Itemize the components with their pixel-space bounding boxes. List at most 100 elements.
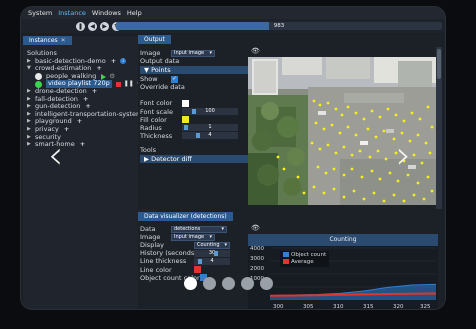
add-icon[interactable]: +: [92, 88, 97, 96]
chevron-down-icon: ▾: [221, 226, 224, 233]
show-checkbox[interactable]: ✓: [171, 75, 178, 83]
caret-right-icon[interactable]: ▶: [27, 134, 33, 142]
legend-label: Average: [291, 259, 314, 265]
tab-data-visualizer[interactable]: Data visualizer (detections): [138, 212, 233, 221]
legend-swatch: [283, 259, 289, 264]
line-thickness-slider[interactable]: 4: [194, 257, 230, 265]
carousel-prev-icon[interactable]: ‹: [48, 136, 63, 174]
caret-right-icon[interactable]: ▶: [27, 118, 33, 126]
y-tick-label: 3000: [250, 256, 264, 262]
toolbar: ❚ ◀ ▶ ↻ 983: [21, 19, 445, 33]
legend-swatch: [283, 252, 289, 257]
line-color-swatch[interactable]: [194, 266, 201, 274]
radius-slider[interactable]: 1: [182, 124, 238, 132]
video-frame: [248, 57, 436, 205]
tab-instances[interactable]: Instances ✕: [23, 36, 72, 45]
caret-down-icon: ▼: [144, 66, 152, 75]
display-select[interactable]: Counting ▾: [194, 241, 230, 249]
menu-system[interactable]: System: [28, 9, 52, 17]
legend-item: Average: [283, 259, 326, 266]
step-back-icon[interactable]: ◀: [88, 21, 97, 31]
viz-image-select-value: Input image: [174, 234, 205, 241]
add-icon[interactable]: +: [111, 57, 116, 66]
image-select-value: Input image: [174, 50, 205, 57]
fill-color-label: Fill color: [140, 115, 167, 124]
chevron-down-icon: ▾: [224, 242, 227, 249]
menu-windows[interactable]: Windows: [92, 9, 121, 17]
status-dot-icon: [35, 73, 42, 81]
info-icon[interactable]: i: [120, 58, 127, 65]
font-color-swatch[interactable]: [182, 99, 189, 107]
history-label: History (seconds): [140, 249, 197, 258]
scroll-thumb[interactable]: [437, 49, 441, 79]
add-icon[interactable]: +: [64, 125, 69, 134]
caret-right-icon[interactable]: ▶: [27, 141, 33, 149]
tab-output-label: Output: [144, 36, 165, 43]
slider-knob[interactable]: [196, 133, 200, 139]
x-tick-label: 320: [393, 304, 404, 310]
image-select[interactable]: Input image ▾: [171, 49, 215, 57]
eye-icon[interactable]: 👁: [251, 47, 260, 55]
points-section-header[interactable]: ▼ Points: [140, 66, 250, 75]
display-select-value: Counting: [197, 242, 220, 249]
viz-image-label: Image: [140, 233, 161, 242]
detector-diff-button[interactable]: ▶ Detector diff: [140, 154, 250, 163]
menu-help[interactable]: Help: [127, 9, 142, 17]
slider-knob[interactable]: [184, 125, 188, 131]
eye-icon[interactable]: 👁: [251, 224, 260, 232]
carousel-dot[interactable]: [184, 277, 197, 290]
font-scale-value: 100: [205, 108, 215, 115]
carousel-dot[interactable]: [203, 277, 216, 290]
step-forward-icon[interactable]: ▶: [100, 21, 109, 31]
tab-output[interactable]: Output: [138, 35, 171, 44]
add-icon[interactable]: +: [77, 118, 82, 126]
output-scrollbar[interactable]: [436, 47, 442, 209]
detector-diff-label: Detector diff: [151, 154, 192, 163]
chevron-down-icon: ▾: [209, 234, 212, 241]
carousel-next-icon[interactable]: ›: [396, 136, 411, 174]
playback-progress-bar[interactable]: 983: [116, 22, 442, 30]
y-tick-label: 4000: [250, 246, 264, 252]
carousel-dot[interactable]: [241, 277, 254, 290]
tools-label: Tools: [140, 145, 157, 154]
stop-icon[interactable]: [115, 81, 121, 87]
close-icon[interactable]: ✕: [61, 37, 66, 44]
output-panel: Output Image Input image ▾ Output data ▼ P…: [138, 35, 445, 209]
pause-icon[interactable]: ❚❚: [124, 80, 134, 88]
tree-item-smart-home[interactable]: ▶ smart-home +: [27, 141, 155, 149]
visualizer-properties: Data detections ▾ Image Input image ▾ Displa…: [140, 225, 248, 282]
slider-knob[interactable]: [214, 250, 218, 256]
add-icon[interactable]: +: [96, 65, 101, 73]
pause-icon[interactable]: ❚: [76, 21, 85, 31]
viz-image-select[interactable]: Input image ▾: [171, 233, 215, 241]
slider-knob[interactable]: [198, 258, 202, 264]
caret-right-icon: ▶: [144, 154, 152, 163]
legend-label: Object count: [291, 252, 327, 258]
x-tick-label: 310: [333, 304, 344, 310]
caret-right-icon[interactable]: ▶: [27, 111, 33, 119]
font-scale-slider[interactable]: 100: [182, 108, 238, 116]
caret-right-icon[interactable]: ▶: [27, 103, 33, 111]
carousel-dot[interactable]: [222, 277, 235, 290]
thickness-slider[interactable]: 4: [182, 132, 238, 140]
caret-right-icon[interactable]: ▶: [27, 88, 33, 96]
fill-color-swatch[interactable]: [182, 116, 189, 124]
data-select[interactable]: detections ▾: [171, 225, 227, 233]
caret-right-icon[interactable]: ▶: [27, 58, 33, 66]
legend-item: Object count: [283, 252, 326, 259]
carousel-dot[interactable]: [260, 277, 273, 290]
history-slider[interactable]: 30: [194, 249, 230, 257]
slider-knob[interactable]: [192, 109, 196, 115]
caret-right-icon[interactable]: ▶: [27, 126, 33, 134]
x-tick-label: 300: [273, 304, 284, 310]
radius-value: 1: [208, 124, 212, 131]
caret-down-icon[interactable]: ▼: [27, 65, 33, 73]
font-scale-label: Font scale: [140, 107, 173, 116]
menu-instance[interactable]: Instance: [58, 9, 86, 17]
line-color-label: Line color: [140, 265, 172, 274]
output-properties: Image Input image ▾ Output data ▼ Points S…: [140, 49, 250, 164]
caret-right-icon[interactable]: ▶: [27, 96, 33, 104]
gear-icon[interactable]: ⚙: [109, 72, 115, 81]
add-icon[interactable]: +: [80, 141, 85, 149]
chart-plot: [269, 247, 437, 300]
